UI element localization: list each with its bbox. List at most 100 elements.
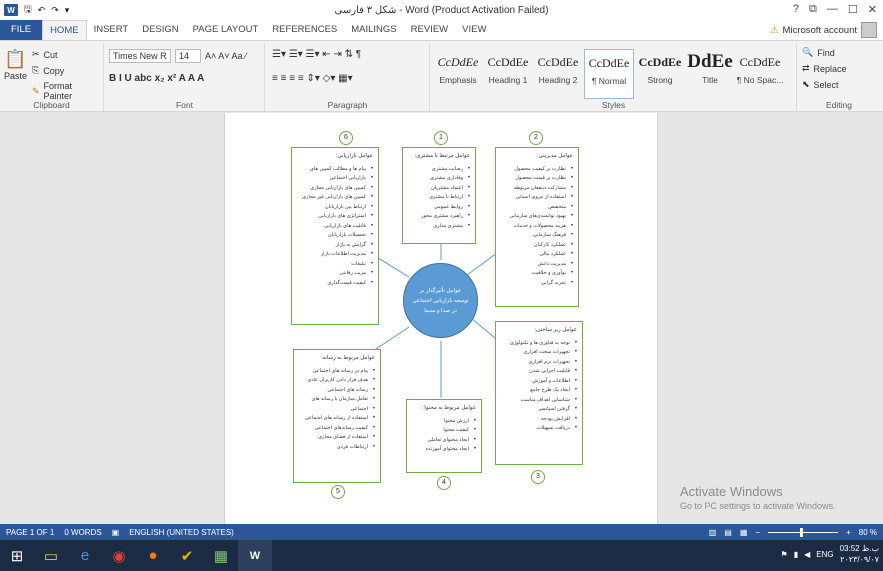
style-name: Strong — [647, 75, 673, 85]
word-taskbar-icon[interactable]: W — [238, 540, 272, 571]
minimize-button[interactable]: — — [827, 3, 838, 16]
box-list: توجه به فناوری ها و تکنولوژی تجهیزات سخت… — [501, 339, 577, 434]
list-item: هزینه محصولات و خدمات — [501, 222, 573, 232]
file-explorer-icon[interactable]: ▭ — [34, 540, 68, 571]
account-label[interactable]: Microsoft account — [783, 25, 857, 36]
ribbon-display-button[interactable]: ⧉ — [809, 3, 817, 16]
list-item: رضایت مشتری — [408, 165, 470, 175]
find-button[interactable]: 🔍 Find — [802, 47, 835, 58]
list-item: ارزش محتوا — [412, 417, 476, 427]
word-app-icon[interactable]: W — [4, 4, 18, 16]
tab-page-layout[interactable]: PAGE LAYOUT — [186, 20, 266, 40]
close-button[interactable]: ✕ — [868, 3, 877, 16]
maximize-button[interactable]: ☐ — [848, 3, 858, 16]
firefox-icon[interactable]: ● — [136, 540, 170, 571]
format-painter-button[interactable]: ✎ Format Painter — [32, 81, 103, 101]
box-management-factors: عوامل مدیریتی: نظارت بر کیفیت محصول نظار… — [495, 147, 579, 307]
read-mode-icon[interactable]: ▥ — [709, 528, 717, 537]
taskbar: ⊞ ▭ e ◉ ● ✔ ▦ W ⚑ ▮ ◀ ENG 03:52 ب.ظ ۲۰۲۳… — [0, 540, 883, 571]
select-button[interactable]: ⬉ Select — [802, 79, 839, 90]
style-heading-2[interactable]: CcDdEe Heading 2 — [533, 49, 583, 99]
calculator-icon[interactable]: ▦ — [204, 540, 238, 571]
tab-review[interactable]: REVIEW — [404, 20, 455, 40]
style-strong[interactable]: CcDdEe Strong — [635, 49, 685, 99]
help-button[interactable]: ? — [793, 3, 799, 16]
font-grow-shrink[interactable]: A˄ A˅ Aa ⁄ — [205, 51, 247, 61]
app-icon[interactable]: ✔ — [170, 540, 204, 571]
tab-insert[interactable]: INSERT — [87, 20, 136, 40]
redo-icon[interactable]: ↷ — [51, 5, 59, 16]
customize-qat-icon[interactable]: ▾ — [65, 5, 70, 16]
list-item: اطلاعات و آموزش — [501, 377, 577, 387]
volume-icon[interactable]: ◀ — [804, 550, 810, 559]
copy-button[interactable]: ⎘ Copy — [32, 65, 64, 76]
tab-references[interactable]: REFERENCES — [265, 20, 344, 40]
style-emphasis[interactable]: CcDdEe Emphasis — [433, 49, 483, 99]
style-heading-1[interactable]: CcDdEe Heading 1 — [483, 49, 533, 99]
list-item: تعامل سازمان با رسانه های — [299, 395, 375, 405]
style-name: ¶ No Spac... — [736, 75, 784, 85]
replace-label: Replace — [813, 63, 847, 74]
input-language[interactable]: ENG — [816, 550, 833, 559]
style-preview: CcDdEe — [588, 56, 630, 70]
watermark-line-1: Activate Windows — [680, 484, 783, 499]
font-format-buttons[interactable]: B I U abc x₂ x² A A A — [109, 73, 204, 84]
paste-button[interactable]: 📋 Paste — [4, 49, 27, 81]
undo-icon[interactable]: ↶ — [38, 5, 46, 16]
language[interactable]: ENGLISH (UNITED STATES) — [129, 528, 234, 537]
tab-view[interactable]: VIEW — [455, 20, 493, 40]
replace-button[interactable]: ⇄ Replace — [802, 63, 847, 74]
title-bar: W 🖫 ↶ ↷ ▾ شکل ۳ فارسی - Word (Product Ac… — [0, 0, 883, 20]
font-name-select[interactable]: Times New R — [109, 49, 171, 63]
box-list: رضایت مشتری وفاداری مشتری اعتماد مشتریان… — [408, 165, 470, 232]
tab-mailings[interactable]: MAILINGS — [344, 20, 403, 40]
zoom-out-icon[interactable]: − — [755, 528, 760, 537]
list-item: عملکرد کارکنان — [501, 241, 573, 251]
cut-button[interactable]: ✂ Cut — [32, 49, 58, 60]
zoom-slider[interactable] — [768, 527, 839, 537]
paragraph-row-2[interactable]: ≡ ≡ ≡ ≡ ⇕▾ ◇▾ ▦▾ — [272, 73, 353, 84]
list-item: تجهیزات سخت افزاری — [501, 348, 577, 358]
style-normal[interactable]: CcDdEe ¶ Normal — [584, 49, 634, 99]
list-item: استفاده از رسانه های اجتماعی — [299, 414, 375, 424]
zoom-in-icon[interactable]: + — [846, 528, 851, 537]
avatar[interactable] — [861, 22, 877, 38]
flag-icon[interactable]: ⚑ — [781, 550, 788, 559]
chrome-icon[interactable]: ◉ — [102, 540, 136, 571]
list-item: تجهیزات نرم افزاری — [501, 358, 577, 368]
tab-design[interactable]: DESIGN — [135, 20, 185, 40]
paragraph-row-1[interactable]: ☰▾ ☰▾ ☰▾ ⇤ ⇥ ⇅ ¶ — [272, 49, 361, 60]
internet-explorer-icon[interactable]: e — [68, 540, 102, 571]
window-controls: ? ⧉ — ☐ ✕ — [793, 3, 877, 16]
web-layout-icon[interactable]: ▦ — [740, 528, 748, 537]
tab-file[interactable]: FILE — [0, 20, 43, 40]
clock[interactable]: 03:52 ب.ظ ۲۰۲۳/۰۹/۰۷ — [840, 543, 879, 565]
list-item: قابلیت های بازاریابی — [297, 222, 373, 232]
box-marketing-factors: عوامل بازاریابی: پیام ها و مطالب کمپین ه… — [291, 147, 379, 325]
style-name: Title — [702, 75, 718, 85]
list-item: کیفیت رسانه‌های اجتماعی — [299, 424, 375, 434]
list-item: عملکرد مالی — [501, 250, 573, 260]
print-layout-icon[interactable]: ▤ — [724, 528, 732, 537]
clipboard-group-label: Clipboard — [33, 100, 70, 110]
font-size-select[interactable]: 14 — [175, 49, 201, 63]
watermark-line-2: Go to PC settings to activate Windows. — [680, 501, 836, 511]
account-area[interactable]: ⚠ Microsoft account — [770, 22, 877, 38]
proofing-icon[interactable]: ▣ — [112, 528, 120, 537]
style-title[interactable]: DdEe Title — [685, 49, 735, 99]
word-count[interactable]: 0 WORDS — [64, 528, 101, 537]
copy-icon: ⎘ — [32, 65, 40, 75]
document-area[interactable]: 1 عوامل مرتبط با مشتری: رضایت مشتری وفاد… — [0, 113, 883, 524]
style-no-spacing[interactable]: CcDdEe ¶ No Spac... — [735, 49, 785, 99]
document-page[interactable]: 1 عوامل مرتبط با مشتری: رضایت مشتری وفاد… — [224, 113, 658, 524]
box-list: نظارت بر کیفیت محصول نظارت بر قیمت محصول… — [501, 165, 573, 289]
tab-home[interactable]: HOME — [42, 20, 87, 40]
network-icon[interactable]: ▮ — [794, 550, 798, 559]
start-button[interactable]: ⊞ — [0, 540, 34, 571]
zoom-level[interactable]: 80 % — [859, 528, 877, 537]
box-number-6: 6 — [339, 131, 353, 145]
brush-icon: ✎ — [32, 85, 40, 96]
save-icon[interactable]: 🖫 — [24, 2, 32, 18]
zoom-slider-thumb[interactable] — [800, 527, 804, 537]
page-count[interactable]: PAGE 1 OF 1 — [6, 528, 54, 537]
